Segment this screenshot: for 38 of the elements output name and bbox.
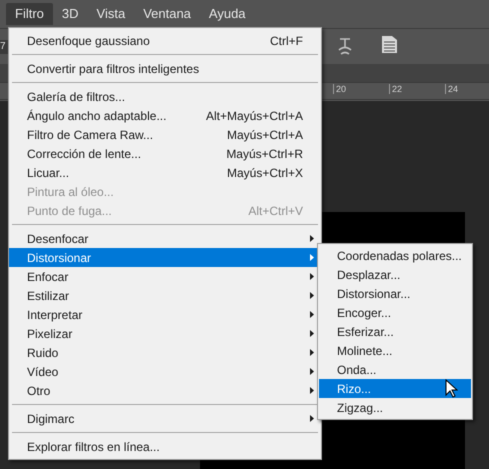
- menu-option[interactable]: Interpretar: [9, 305, 321, 324]
- ruler-label: 22: [389, 84, 402, 94]
- menu-option[interactable]: Estilizar: [9, 286, 321, 305]
- menu-option[interactable]: Encoger...: [319, 303, 471, 322]
- menu-option[interactable]: Molinete...: [319, 341, 471, 360]
- menu-item[interactable]: Filtro: [6, 3, 53, 25]
- menu-item[interactable]: Ventana: [134, 3, 200, 25]
- input-field[interactable]: 7: [0, 40, 8, 54]
- menu-option[interactable]: Desplazar...: [319, 265, 471, 284]
- menu-option[interactable]: Filtro de Camera Raw... Mayús+Ctrl+A: [9, 125, 321, 144]
- menu-option[interactable]: Ruido: [9, 343, 321, 362]
- menu-option[interactable]: Esferizar...: [319, 322, 471, 341]
- menu-option[interactable]: Desenfocar: [9, 229, 321, 248]
- menu-item[interactable]: Vista: [88, 3, 134, 25]
- menu-option[interactable]: Corrección de lente... Mayús+Ctrl+R: [9, 144, 321, 163]
- menu-option[interactable]: Desenfoque gaussiano Ctrl+F: [9, 31, 321, 50]
- menu-item[interactable]: Ayuda: [200, 3, 255, 25]
- panel-icon[interactable]: [381, 35, 398, 54]
- menu-option[interactable]: Digimarc: [9, 409, 321, 428]
- menu-option[interactable]: Rizo...: [319, 379, 471, 398]
- menu-option[interactable]: Galería de filtros...: [9, 87, 321, 106]
- menu-option[interactable]: Enfocar: [9, 267, 321, 286]
- warp-text-icon[interactable]: [337, 36, 353, 56]
- menu-item[interactable]: 3D: [52, 3, 88, 25]
- menu-option[interactable]: Convertir para filtros inteligentes: [9, 59, 321, 78]
- ruler-label: 20: [333, 84, 346, 94]
- menu-option[interactable]: Licuar... Mayús+Ctrl+X: [9, 163, 321, 182]
- ruler-label: 24: [445, 84, 458, 94]
- menu-option[interactable]: Distorsionar...: [319, 284, 471, 303]
- menu-option[interactable]: Coordenadas polares...: [319, 246, 471, 265]
- menu-option[interactable]: Onda...: [319, 360, 471, 379]
- mouse-cursor: [445, 379, 458, 399]
- menu-option[interactable]: Vídeo: [9, 362, 321, 381]
- menu-option[interactable]: Otro: [9, 381, 321, 400]
- menu-option[interactable]: Ángulo ancho adaptable... Alt+Mayús+Ctrl+A: [9, 106, 321, 125]
- menu-option[interactable]: Pixelizar: [9, 324, 321, 343]
- menu-option[interactable]: Zigzag...: [319, 398, 471, 417]
- menu-option[interactable]: Explorar filtros en línea...: [9, 437, 321, 456]
